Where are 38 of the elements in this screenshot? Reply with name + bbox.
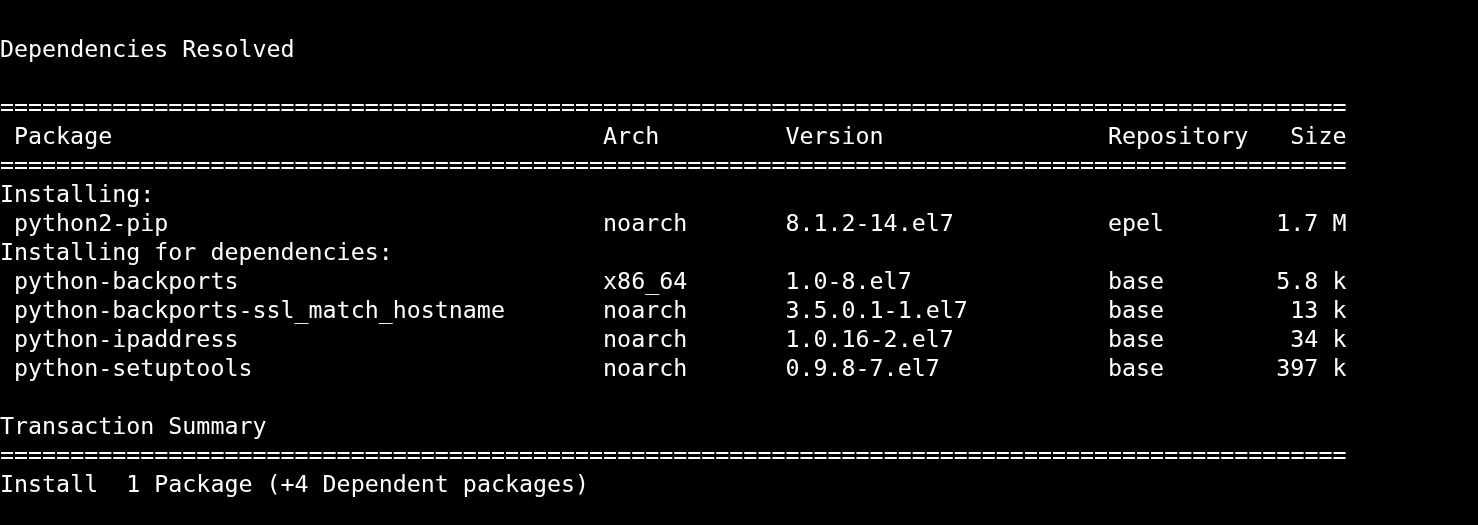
table-cell: 1.0-8.el7 xyxy=(785,267,912,294)
table-cell: python-backports-ssl_match_hostname xyxy=(14,296,505,323)
table-cell: 1.7 M xyxy=(1276,209,1347,236)
column-header: Size xyxy=(1290,122,1347,149)
table-cell: 0.9.8-7.el7 xyxy=(785,354,940,381)
column-header: Arch xyxy=(603,122,660,149)
separator-line: ================================================================================================ xyxy=(0,440,1347,469)
section-heading: Transaction Summary xyxy=(0,411,267,440)
section-heading: Dependencies Resolved xyxy=(0,34,295,63)
table-cell: noarch xyxy=(603,209,688,236)
table-cell: base xyxy=(1108,296,1165,323)
table-cell: noarch xyxy=(603,325,688,352)
table-cell: 13 k xyxy=(1290,296,1347,323)
group-label: Installing: xyxy=(0,179,155,208)
separator-line: ================================================================================================ xyxy=(0,92,1347,121)
table-cell: 5.8 k xyxy=(1276,267,1347,294)
table-cell: 397 k xyxy=(1276,354,1347,381)
separator-line: ================================================================================================ xyxy=(0,150,1347,179)
column-header: Repository xyxy=(1108,122,1249,149)
table-cell: 34 k xyxy=(1290,325,1347,352)
column-header: Package xyxy=(14,122,113,149)
summary-text: Install 1 Package (+4 Dependent packages) xyxy=(0,469,590,498)
table-cell: python-backports xyxy=(14,267,239,294)
table-cell: 3.5.0.1-1.el7 xyxy=(785,296,968,323)
column-header: Version xyxy=(785,122,884,149)
table-cell: epel xyxy=(1108,209,1165,236)
table-cell: python2-pip xyxy=(14,209,169,236)
table-cell: python-ipaddress xyxy=(14,325,239,352)
table-cell: x86_64 xyxy=(603,267,688,294)
table-cell: base xyxy=(1108,325,1165,352)
table-cell: base xyxy=(1108,267,1165,294)
group-label: Installing for dependencies: xyxy=(0,237,393,266)
table-cell: 8.1.2-14.el7 xyxy=(785,209,954,236)
table-cell: noarch xyxy=(603,296,688,323)
table-cell: 1.0.16-2.el7 xyxy=(785,325,954,352)
table-cell: noarch xyxy=(603,354,688,381)
table-cell: base xyxy=(1108,354,1165,381)
table-cell: python-setuptools xyxy=(14,354,253,381)
